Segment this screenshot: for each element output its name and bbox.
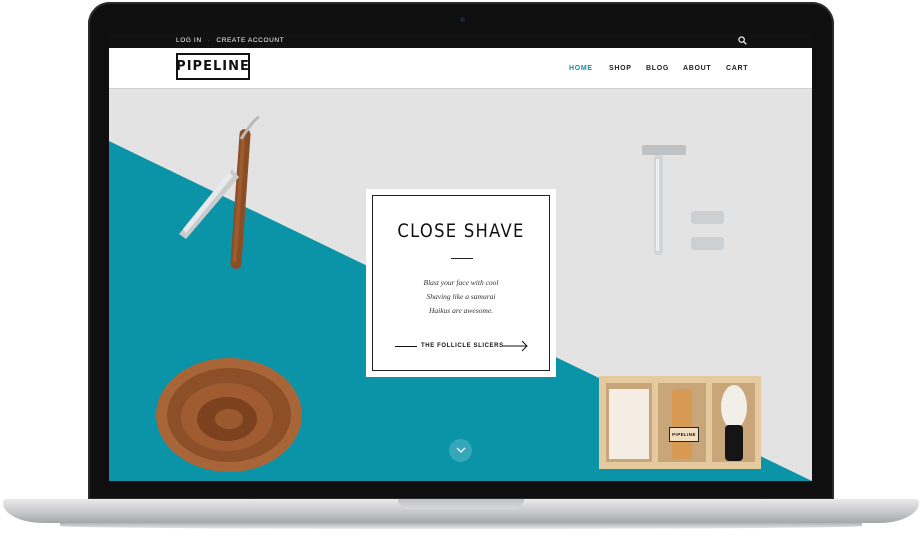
nav-blog[interactable]: BLOG xyxy=(646,65,669,72)
login-link[interactable]: LOG IN xyxy=(176,37,202,44)
arrow-right-icon[interactable] xyxy=(503,340,529,352)
hero-title: CLOSE SHAVE xyxy=(397,220,525,242)
hero-line: Shaving like a samurai xyxy=(426,292,496,301)
webcam xyxy=(458,15,467,24)
hero-text: Blast your face with cool Shaving like a… xyxy=(373,276,549,318)
topbar-separator: · xyxy=(207,37,211,44)
laptop-foot xyxy=(60,523,862,529)
laptop-screen: LOG IN · CREATE ACCOUNT PIPELINE HOME SHOP… xyxy=(109,33,812,481)
hero-line: Blast your face with cool xyxy=(423,278,499,287)
laptop-mockup: LOG IN · CREATE ACCOUNT PIPELINE HOME SHOP… xyxy=(0,0,922,537)
cta-label[interactable]: THE FOLLICLE SLICERS xyxy=(421,343,504,349)
nav-home[interactable]: HOME xyxy=(569,65,593,72)
nav-about[interactable]: ABOUT xyxy=(683,65,711,72)
chevron-down-icon xyxy=(456,447,465,453)
wood-slice-image xyxy=(156,358,302,472)
nav-shop[interactable]: SHOP xyxy=(609,65,632,72)
kit-label: PIPELINE xyxy=(669,427,699,442)
safety-razor-image xyxy=(642,145,724,255)
cta-link[interactable]: THE FOLLICLE SLICERS xyxy=(373,340,549,352)
create-account-link[interactable]: CREATE ACCOUNT xyxy=(216,37,284,44)
shaving-kit-image xyxy=(599,376,761,469)
top-bar: LOG IN · CREATE ACCOUNT xyxy=(109,33,812,48)
title-divider xyxy=(451,258,473,259)
cta-rule xyxy=(395,346,417,347)
search-icon[interactable] xyxy=(738,36,747,45)
hero-section: CLOSE SHAVE Blast your face with cool Sh… xyxy=(109,89,812,481)
scroll-down-button[interactable] xyxy=(449,439,472,462)
hero-line: Haikus are awesome. xyxy=(428,306,494,315)
laptop-notch xyxy=(398,499,524,509)
site-logo[interactable]: PIPELINE xyxy=(176,53,250,80)
hero-card: CLOSE SHAVE Blast your face with cool Sh… xyxy=(366,189,556,377)
site-header: PIPELINE HOME SHOP BLOG ABOUT CART xyxy=(109,48,812,89)
nav-cart[interactable]: CART xyxy=(726,65,748,72)
